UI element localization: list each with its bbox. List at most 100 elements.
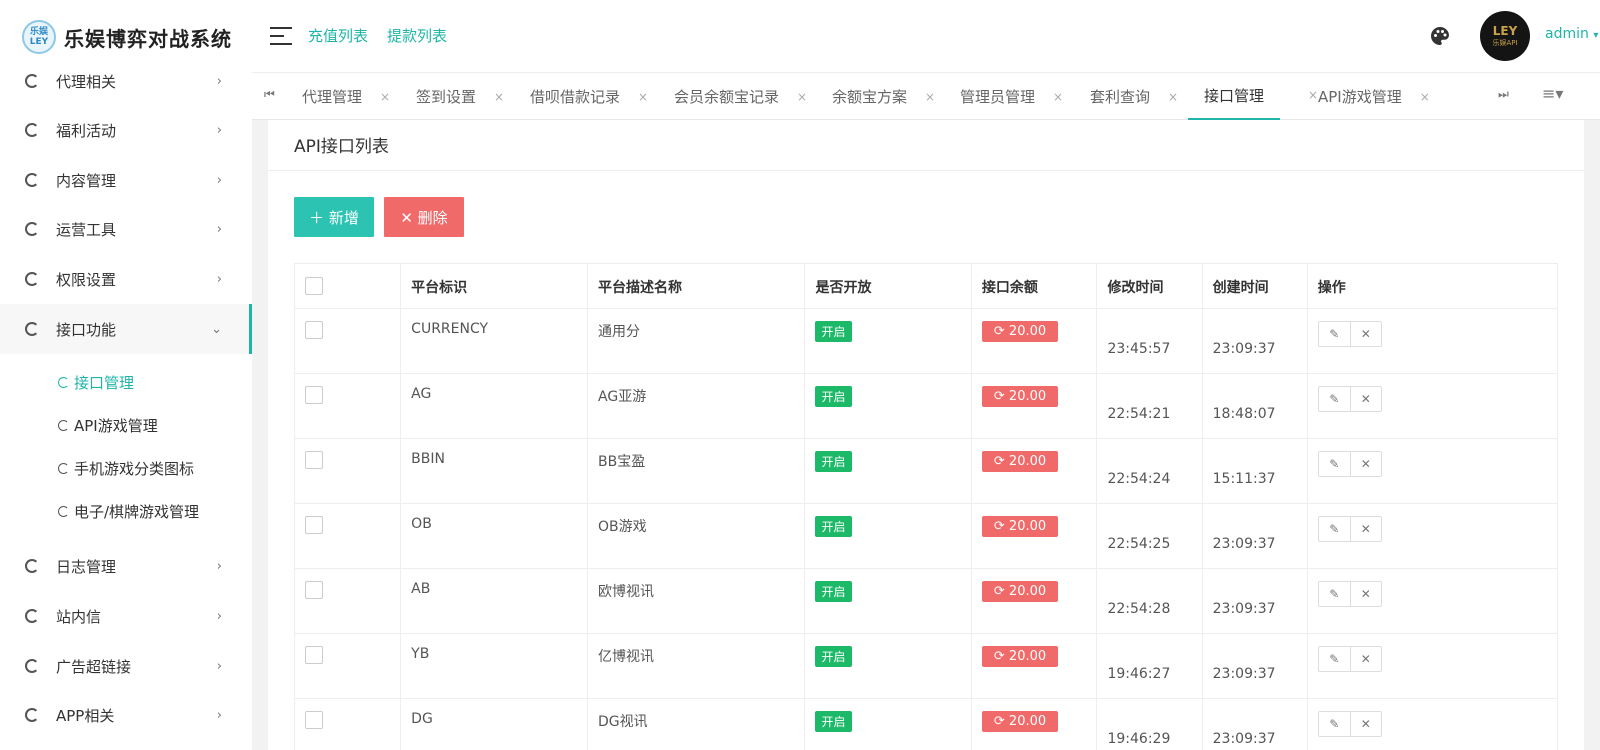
close-icon[interactable]: ×	[380, 90, 390, 104]
sidebar-item-messages[interactable]: 站内信 ›	[0, 593, 252, 639]
status-badge: 开启	[815, 516, 852, 537]
scroll-left-icon[interactable]: ⏮	[264, 87, 275, 102]
sidebar: 代理相关 › 福利活动 › 内容管理 › 运营工具 › 权限设置 › 接口功能 ⌄ 接口管理…	[0, 72, 252, 750]
tab-api-manage[interactable]: 接口管理	[1188, 73, 1281, 120]
edit-icon[interactable]: ✎	[1319, 517, 1350, 541]
sidebar-item-ops[interactable]: 运营工具 ›	[0, 206, 252, 252]
edit-icon[interactable]: ✎	[1319, 387, 1350, 411]
close-icon[interactable]: ×	[1420, 90, 1430, 104]
edit-icon[interactable]: ✎	[1319, 452, 1350, 476]
tab-yuebao-records[interactable]: 会员余额宝记录 ×	[674, 73, 807, 120]
row-checkbox[interactable]	[305, 646, 323, 664]
select-all-checkbox[interactable]	[305, 277, 323, 295]
row-actions: ✎ ✕	[1317, 711, 1382, 737]
edit-icon[interactable]: ✎	[1319, 322, 1350, 346]
edit-icon[interactable]: ✎	[1319, 647, 1350, 671]
circle-icon	[58, 505, 69, 517]
logo: 乐娱 LEY 乐娱博弈对战系统	[22, 20, 232, 54]
close-icon[interactable]: ×	[1053, 90, 1063, 104]
palette-icon[interactable]	[1430, 26, 1450, 46]
edit-icon[interactable]: ✎	[1319, 582, 1350, 606]
withdraw-list-link[interactable]: 提款列表	[387, 25, 447, 46]
sidebar-item-label: 福利活动	[56, 121, 117, 140]
scroll-right-icon[interactable]: ⏭	[1498, 87, 1509, 102]
tab-label: 借呗借款记录	[530, 88, 621, 106]
tab-agent-manage[interactable]: 代理管理 ×	[302, 73, 390, 120]
sidebar-item-logs[interactable]: 日志管理 ›	[0, 543, 252, 589]
delete-icon[interactable]: ✕	[1349, 582, 1381, 606]
delete-icon[interactable]: ✕	[1349, 452, 1381, 476]
menu-toggle-icon[interactable]	[270, 27, 292, 45]
divider	[268, 170, 1584, 171]
table-row: YB 亿博视讯 开启 ⟳ 20.00 19:46:27 23:09:37 ✎ ✕	[293, 633, 1559, 699]
refresh-balance-button[interactable]: ⟳ 20.00	[981, 646, 1059, 667]
chevron-right-icon: ›	[216, 73, 222, 89]
delete-button[interactable]: ✕ 删除	[384, 197, 464, 237]
tab-loan-records[interactable]: 借呗借款记录 ×	[530, 73, 648, 120]
row-checkbox[interactable]	[305, 516, 323, 534]
sidebar-item-agent[interactable]: 代理相关 ›	[0, 58, 252, 104]
modified-time: 19:46:27	[1107, 666, 1171, 682]
sidebar-subitem-mobile-icons[interactable]: 手机游戏分类图标	[0, 451, 252, 485]
sidebar-item-welfare[interactable]: 福利活动 ›	[0, 107, 252, 153]
refresh-balance-button[interactable]: ⟳ 20.00	[981, 321, 1059, 342]
refresh-balance-button[interactable]: ⟳ 20.00	[981, 386, 1059, 407]
tab-arbitrage[interactable]: 套利查询 ×	[1090, 73, 1178, 120]
row-checkbox[interactable]	[305, 451, 323, 469]
edit-icon[interactable]: ✎	[1319, 712, 1350, 736]
close-icon[interactable]: ×	[797, 90, 807, 104]
refresh-balance-button[interactable]: ⟳ 20.00	[981, 711, 1059, 732]
platform-code: YB	[400, 633, 589, 699]
row-actions: ✎ ✕	[1317, 581, 1382, 607]
close-icon[interactable]: ×	[1168, 90, 1178, 104]
sidebar-item-app[interactable]: APP相关 ›	[0, 692, 252, 738]
tab-menu-icon[interactable]: ≡▾	[1542, 84, 1563, 103]
row-checkbox[interactable]	[305, 386, 323, 404]
sidebar-item-api[interactable]: 接口功能 ⌄	[0, 304, 252, 354]
delete-icon[interactable]: ✕	[1349, 647, 1381, 671]
status-badge: 开启	[815, 451, 852, 472]
close-icon[interactable]: ×	[638, 90, 648, 104]
recharge-list-link[interactable]: 充值列表	[308, 25, 368, 46]
created-time: 23:09:37	[1212, 731, 1276, 747]
circle-icon	[25, 322, 39, 336]
row-checkbox[interactable]	[305, 321, 323, 339]
close-icon[interactable]: ×	[494, 90, 504, 104]
sidebar-item-label: 日志管理	[56, 557, 117, 576]
delete-icon[interactable]: ✕	[1349, 387, 1381, 411]
sidebar-item-ads[interactable]: 广告超链接 ›	[0, 643, 252, 689]
user-menu[interactable]: admin ▾	[1545, 26, 1598, 42]
tab-admin-manage[interactable]: 管理员管理 ×	[960, 73, 1063, 120]
delete-icon[interactable]: ✕	[1349, 517, 1381, 541]
close-icon[interactable]: ×	[925, 90, 935, 104]
tab-checkin[interactable]: 签到设置 ×	[416, 73, 504, 120]
platform-name: AG亚游	[587, 373, 806, 439]
created-time: 23:09:37	[1212, 666, 1276, 682]
refresh-balance-button[interactable]: ⟳ 20.00	[981, 581, 1059, 602]
refresh-balance-button[interactable]: ⟳ 20.00	[981, 451, 1059, 472]
sidebar-item-permissions[interactable]: 权限设置 ›	[0, 256, 252, 302]
sidebar-subitem-api-games[interactable]: API游戏管理	[0, 408, 252, 442]
platform-name: 亿博视讯	[587, 633, 806, 699]
page-title: API接口列表	[294, 137, 389, 157]
modified-time: 23:45:57	[1107, 341, 1171, 357]
platform-code: OB	[400, 503, 589, 569]
tab-yuebao-plan[interactable]: 余额宝方案 ×	[832, 73, 935, 120]
sidebar-subitem-api-manage[interactable]: 接口管理	[0, 365, 252, 399]
sidebar-item-content[interactable]: 内容管理 ›	[0, 157, 252, 203]
add-button[interactable]: ＋ 新增	[294, 197, 374, 237]
delete-icon[interactable]: ✕	[1349, 712, 1381, 736]
refresh-balance-button[interactable]: ⟳ 20.00	[981, 516, 1059, 537]
row-checkbox[interactable]	[305, 581, 323, 599]
sidebar-subitem-egames[interactable]: 电子/棋牌游戏管理	[0, 494, 252, 528]
created-time: 18:48:07	[1212, 406, 1276, 422]
row-checkbox[interactable]	[305, 711, 323, 729]
tab-api-games[interactable]: API游戏管理 ×	[1318, 73, 1430, 120]
tab-bar: ⏮ 代理管理 × 签到设置 × 借呗借款记录 × 会员余额宝记录 × 余额宝方案 × 管理…	[252, 72, 1600, 120]
tab-label: 管理员管理	[960, 88, 1036, 106]
column-header: 操作	[1306, 263, 1559, 309]
avatar[interactable]: LEY 乐娱API	[1480, 11, 1530, 61]
delete-icon[interactable]: ✕	[1349, 322, 1381, 346]
platform-code: AB	[400, 568, 589, 634]
close-icon[interactable]: ×	[1308, 88, 1318, 102]
